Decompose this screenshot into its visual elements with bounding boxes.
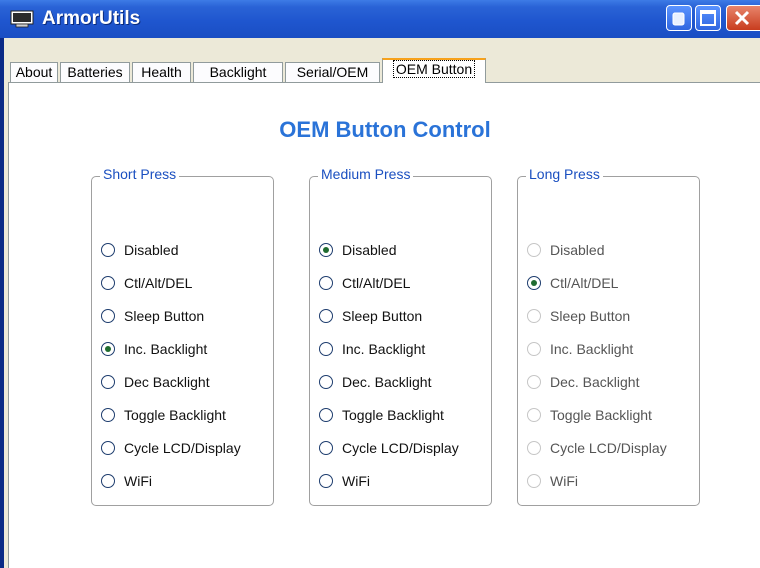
- radio-option[interactable]: Disabled: [319, 239, 396, 261]
- radio-option[interactable]: Toggle Backlight: [319, 404, 444, 426]
- group-title: Short Press: [100, 166, 180, 182]
- radio-option[interactable]: Inc. Backlight: [101, 338, 207, 360]
- radio-button[interactable]: [101, 243, 115, 257]
- oem-button-panel: OEM Button Control Short Press Disabled …: [8, 82, 760, 568]
- radio-button: [527, 375, 541, 389]
- radio-button: [527, 276, 541, 290]
- group-title: Long Press: [526, 166, 603, 182]
- radio-option[interactable]: WiFi: [319, 470, 370, 492]
- radio-button[interactable]: [101, 342, 115, 356]
- radio-option[interactable]: Ctl/Alt/DEL: [319, 272, 410, 294]
- radio-button: [527, 474, 541, 488]
- radio-button[interactable]: [319, 342, 333, 356]
- tab-serial-oem[interactable]: Serial/OEM: [285, 62, 380, 82]
- radio-option[interactable]: Ctl/Alt/DEL: [101, 272, 192, 294]
- radio-button[interactable]: [101, 309, 115, 323]
- tab-backlight[interactable]: Backlight: [193, 62, 283, 82]
- radio-button: [527, 243, 541, 257]
- radio-button[interactable]: [101, 276, 115, 290]
- radio-button: [527, 309, 541, 323]
- tab-health[interactable]: Health: [132, 62, 191, 82]
- radio-option: Toggle Backlight: [527, 404, 652, 426]
- maximize-button[interactable]: [695, 5, 721, 31]
- group-title: Medium Press: [318, 166, 414, 182]
- window-title: ArmorUtils: [42, 8, 141, 29]
- radio-option: Sleep Button: [527, 305, 630, 327]
- short-press-group: Short Press Disabled Ctl/Alt/DEL Sleep B…: [91, 166, 274, 506]
- radio-button[interactable]: [101, 441, 115, 455]
- radio-button[interactable]: [101, 408, 115, 422]
- client-area: About Batteries Health Backlight Serial/…: [4, 38, 760, 568]
- maximize-icon: [700, 10, 716, 26]
- radio-option: Dec. Backlight: [527, 371, 639, 393]
- app-window: ArmorUtils About Batteries Health Backli…: [0, 0, 760, 568]
- radio-button[interactable]: [101, 474, 115, 488]
- radio-option: Ctl/Alt/DEL: [527, 272, 618, 294]
- radio-option[interactable]: Sleep Button: [101, 305, 204, 327]
- radio-button[interactable]: [319, 441, 333, 455]
- radio-button: [527, 441, 541, 455]
- radio-option: Inc. Backlight: [527, 338, 633, 360]
- tab-about[interactable]: About: [10, 62, 58, 82]
- radio-button[interactable]: [319, 408, 333, 422]
- radio-option[interactable]: WiFi: [101, 470, 152, 492]
- tab-oem-button[interactable]: OEM Button: [382, 58, 486, 83]
- close-button[interactable]: [726, 5, 760, 31]
- radio-option[interactable]: Sleep Button: [319, 305, 422, 327]
- app-monitor-icon: [10, 10, 34, 28]
- help-icon: [672, 12, 685, 26]
- medium-press-group: Medium Press Disabled Ctl/Alt/DEL Sleep …: [309, 166, 492, 506]
- radio-option: Cycle LCD/Display: [527, 437, 667, 459]
- radio-option: WiFi: [527, 470, 578, 492]
- radio-option[interactable]: Inc. Backlight: [319, 338, 425, 360]
- radio-button[interactable]: [319, 309, 333, 323]
- radio-option: Disabled: [527, 239, 604, 261]
- radio-button[interactable]: [101, 375, 115, 389]
- page-title: OEM Button Control: [279, 117, 491, 142]
- radio-button: [527, 408, 541, 422]
- radio-option[interactable]: Disabled: [101, 239, 178, 261]
- radio-option[interactable]: Toggle Backlight: [101, 404, 226, 426]
- radio-option[interactable]: Cycle LCD/Display: [319, 437, 459, 459]
- radio-button[interactable]: [319, 375, 333, 389]
- help-button[interactable]: [666, 5, 692, 31]
- radio-button[interactable]: [319, 474, 333, 488]
- radio-option[interactable]: Cycle LCD/Display: [101, 437, 241, 459]
- radio-button[interactable]: [319, 243, 333, 257]
- radio-option[interactable]: Dec Backlight: [101, 371, 210, 393]
- close-icon: [734, 10, 750, 26]
- tab-batteries[interactable]: Batteries: [60, 62, 130, 82]
- title-bar[interactable]: ArmorUtils: [0, 0, 760, 38]
- radio-option[interactable]: Dec. Backlight: [319, 371, 431, 393]
- radio-button: [527, 342, 541, 356]
- radio-button[interactable]: [319, 276, 333, 290]
- long-press-group: Long Press Disabled Ctl/Alt/DEL Sleep Bu…: [517, 166, 700, 506]
